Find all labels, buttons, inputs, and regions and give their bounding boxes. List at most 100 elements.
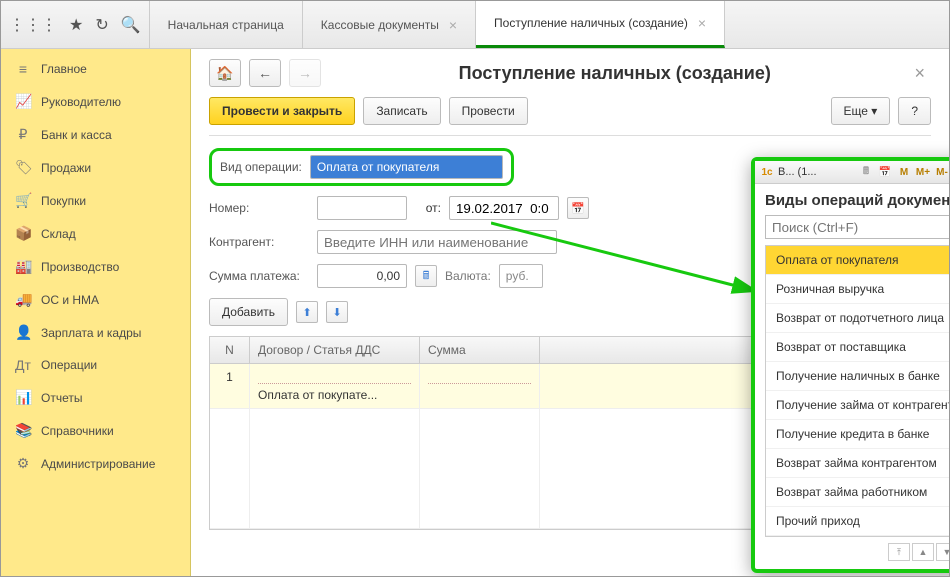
tab[interactable]: Кассовые документы× (303, 1, 476, 48)
sidebar-icon: 🏭 (15, 258, 31, 275)
move-up-icon[interactable]: ⬆ (296, 301, 318, 323)
sidebar-item[interactable]: 👤Зарплата и кадры (1, 316, 190, 349)
post-button[interactable]: Провести (449, 97, 528, 125)
calendar-small-icon[interactable]: 📅 (877, 164, 893, 180)
payment-sum-field[interactable]: 0,00 (317, 264, 407, 288)
tab-close-icon[interactable]: × (698, 15, 706, 31)
tab[interactable]: Поступление наличных (создание)× (476, 1, 725, 48)
memory-minus-icon[interactable]: M- (934, 164, 949, 180)
post-and-close-button[interactable]: Провести и закрыть (209, 97, 355, 125)
operation-type-option[interactable]: Возврат займа работником (766, 478, 949, 507)
col-sum[interactable]: Сумма (420, 337, 540, 363)
operation-type-option[interactable]: Получение займа от контрагента (766, 391, 949, 420)
sidebar-item[interactable]: ДтОперации (1, 349, 190, 381)
popup-search-input[interactable] (765, 215, 949, 239)
nav-up-icon[interactable]: ▲ (912, 543, 934, 561)
sidebar-item[interactable]: ₽Банк и касса (1, 118, 190, 151)
sidebar-icon: 👤 (15, 324, 31, 341)
sidebar-item-label: Банк и касса (41, 128, 112, 142)
dds-cell[interactable]: Оплата от покупате... (258, 388, 411, 402)
tab-close-icon[interactable]: × (449, 17, 457, 33)
sidebar-item[interactable]: 🏭 Производство (1, 250, 190, 283)
top-toolbar: ⋮⋮⋮ ★ ↻ 🔍 Начальная страницаКассовые док… (1, 1, 949, 49)
counterparty-label: Контрагент: (209, 235, 309, 249)
calc-icon[interactable]: 🖩 (858, 164, 874, 180)
document-area: 🏠 ← → Поступление наличных (создание) × … (191, 49, 949, 576)
col-contract[interactable]: Договор / Статья ДДС (250, 337, 420, 363)
sidebar-item-label: Склад (41, 227, 76, 241)
sidebar-icon: 🚚 (15, 291, 31, 308)
sidebar-item-label: Руководителю (41, 95, 121, 109)
memory-m-icon[interactable]: M (896, 164, 912, 180)
sidebar-item-label: Покупки (41, 194, 86, 208)
sidebar-item[interactable]: 📚 Справочники (1, 414, 190, 447)
tab[interactable]: Начальная страница (150, 1, 303, 48)
sidebar-item[interactable]: 🚚 ОС и НМА (1, 283, 190, 316)
memory-plus-icon[interactable]: M+ (915, 164, 931, 180)
operation-type-field[interactable]: Оплата от покупателя (310, 155, 503, 179)
sidebar-icon: 🏷 (15, 159, 31, 176)
sidebar-item[interactable]: ≡ Главное (1, 53, 190, 85)
sidebar-item[interactable]: 🛒 Покупки (1, 184, 190, 217)
date-field[interactable] (449, 196, 559, 220)
popup-titlebar[interactable]: 1c В... (1... 🖩 📅 M M+ M- □ ✕ (755, 161, 949, 184)
sidebar-item-label: Справочники (41, 424, 114, 438)
home-button[interactable]: 🏠 (209, 59, 241, 87)
sum-cell[interactable] (428, 370, 531, 384)
sidebar-icon: 📚 (15, 422, 31, 439)
app-logo-icon: 1c (759, 164, 775, 180)
sidebar-icon: ⚙ (15, 455, 31, 472)
sidebar-item-label: Операции (41, 358, 97, 372)
popup-heading: Виды операций документ... (755, 184, 949, 215)
currency-label: Валюта: (445, 269, 491, 283)
sidebar-item-label: ОС и НМА (41, 293, 99, 307)
nav-top-icon[interactable]: ⤒ (888, 543, 910, 561)
forward-button[interactable]: → (289, 59, 321, 87)
popup-list: Оплата от покупателяРозничная выручкаВоз… (765, 245, 949, 537)
sidebar-icon: ≡ (15, 61, 31, 77)
operation-type-option[interactable]: Прочий приход (766, 507, 949, 536)
more-button[interactable]: Еще ▾ (831, 97, 891, 125)
sidebar-item-label: Производство (41, 260, 119, 274)
operation-type-option[interactable]: Получение наличных в банке (766, 362, 949, 391)
sidebar-item-label: Администрирование (41, 457, 155, 471)
top-icon-group: ⋮⋮⋮ ★ ↻ 🔍 (1, 1, 150, 48)
help-button[interactable]: ? (898, 97, 931, 125)
tab-bar: Начальная страницаКассовые документы×Пос… (150, 1, 725, 48)
currency-field[interactable]: руб. (499, 264, 543, 288)
nav-down-icon[interactable]: ▼ (936, 543, 949, 561)
operation-type-option[interactable]: Возврат от поставщика (766, 333, 949, 362)
popup-window-title: В... (1... (778, 166, 855, 178)
operation-type-option[interactable]: Получение кредита в банке (766, 420, 949, 449)
operation-type-option[interactable]: Возврат от подотчетного лица (766, 304, 949, 333)
save-button[interactable]: Записать (363, 97, 440, 125)
sidebar-item[interactable]: 🏷Продажи (1, 151, 190, 184)
operation-type-option[interactable]: Оплата от покупателя (766, 246, 949, 275)
number-label: Номер: (209, 201, 309, 215)
popup-search: × (765, 215, 949, 239)
add-row-button[interactable]: Добавить (209, 298, 288, 326)
move-down-icon[interactable]: ⬇ (326, 301, 348, 323)
number-field[interactable] (317, 196, 407, 220)
back-button[interactable]: ← (249, 59, 281, 87)
operation-type-option[interactable]: Розничная выручка (766, 275, 949, 304)
counterparty-field[interactable] (317, 230, 557, 254)
col-n[interactable]: N (210, 337, 250, 363)
sidebar-item[interactable]: 📦Склад (1, 217, 190, 250)
sidebar-item[interactable]: ⚙ Администрирование (1, 447, 190, 480)
page-title: Поступление наличных (создание) (329, 63, 900, 84)
sidebar-item[interactable]: 📈Руководителю (1, 85, 190, 118)
sidebar-icon: 🛒 (15, 192, 31, 209)
history-icon[interactable]: ↻ (95, 15, 108, 35)
star-icon[interactable]: ★ (69, 15, 83, 35)
operation-type-option[interactable]: Возврат займа контрагентом (766, 449, 949, 478)
apps-icon[interactable]: ⋮⋮⋮ (9, 15, 57, 35)
close-icon[interactable]: × (908, 63, 931, 84)
search-icon[interactable]: 🔍 (121, 15, 141, 35)
sidebar-item-label: Главное (41, 62, 87, 76)
sidebar-item[interactable]: 📊Отчеты (1, 381, 190, 414)
contract-cell[interactable] (258, 370, 411, 384)
calculator-icon[interactable]: 🖩 (415, 265, 437, 287)
calendar-icon[interactable]: 📅 (567, 197, 589, 219)
sidebar-item-label: Отчеты (41, 391, 82, 405)
